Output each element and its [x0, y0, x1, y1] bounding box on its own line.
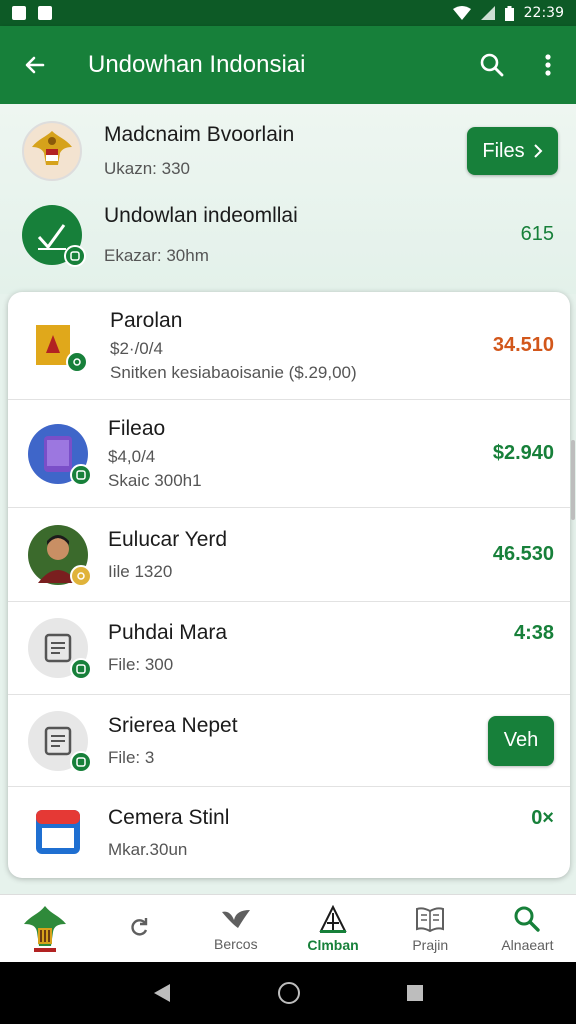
garuda-emblem-icon [32, 131, 72, 165]
item-title: Fileao [108, 416, 166, 440]
document-avatar [28, 618, 92, 680]
badge-icon [70, 463, 92, 486]
list-item[interactable]: Eulucar Yerd Iile 1320 46.530 [8, 508, 570, 602]
item-description: Skaic 300h1 [108, 470, 202, 490]
badge-icon [70, 750, 92, 773]
nav-label: Prajin [412, 936, 449, 953]
chevron-right-icon [533, 144, 543, 158]
document-avatar [28, 710, 92, 773]
scrollbar[interactable] [571, 440, 575, 520]
list-item[interactable]: Undowlan indeomllai Ekazar: 30hm 615 [0, 190, 576, 280]
nav-prajin[interactable]: Prajin [382, 895, 479, 962]
app-bar: Undowhan Indonsiai [0, 26, 576, 104]
badge-icon [70, 564, 92, 587]
transactions-card: Parolan $2·/0/4 Snitken kesiabaoisanie (… [8, 292, 570, 878]
home-circle-icon[interactable] [277, 981, 301, 1005]
nav-clmban[interactable]: Clmban [284, 895, 381, 962]
more-vert-icon [545, 54, 551, 76]
phone-avatar [28, 423, 92, 486]
item-title: Puhdai Mara [108, 621, 228, 644]
check-avatar [22, 205, 86, 267]
calendar-avatar [34, 807, 84, 858]
list-item[interactable]: Puhdai Mara File: 300 4:38 [8, 602, 570, 695]
nav-label: Clmban [307, 936, 359, 953]
item-description: Snitken kesiabaoisanie ($.29,00) [110, 362, 357, 382]
recents-square-icon[interactable] [406, 984, 424, 1002]
badge-icon [70, 658, 92, 680]
list-item[interactable]: Madcnaim Bvoorlain Ukazn: 330 Files [0, 106, 576, 196]
list-item[interactable]: Parolan $2·/0/4 Snitken kesiabaoisanie (… [8, 292, 570, 400]
clock: 22:39 [523, 5, 564, 21]
item-value: 34.510 [492, 334, 554, 356]
search-icon [514, 906, 541, 932]
item-subtitle: File: 300 [108, 655, 174, 674]
badge-icon [64, 245, 86, 267]
back-triangle-icon[interactable] [152, 982, 172, 1004]
item-title: Parolan [110, 308, 183, 332]
app-logo [0, 895, 90, 962]
nav-refresh[interactable] [90, 895, 187, 962]
document-avatar [36, 324, 88, 373]
signal-icon [480, 6, 495, 20]
calendar-icon [36, 809, 80, 854]
book-icon [416, 906, 445, 932]
page-title: Undowhan Indonsiai [88, 51, 306, 78]
bottom-navigation: Bercos Clmban Prajin Alnaeart [0, 894, 576, 962]
more-button[interactable] [520, 26, 576, 104]
badge-icon [66, 350, 88, 373]
item-subtitle: Mkar.30un [108, 839, 188, 859]
garuda-avatar [22, 121, 82, 181]
lock-icon [38, 6, 52, 20]
arrow-left-icon [25, 56, 45, 74]
nav-label: Alnaeart [501, 936, 554, 953]
nav-label: Bercos [214, 935, 258, 952]
notification-icon [12, 6, 26, 20]
veh-button[interactable]: Veh [488, 715, 554, 766]
system-navigation [0, 962, 576, 1024]
item-value: 46.530 [492, 543, 554, 565]
bird-icon [221, 909, 250, 928]
wifi-icon [452, 6, 471, 20]
nav-bercos[interactable]: Bercos [187, 895, 284, 962]
files-button-label: Files [482, 139, 525, 162]
status-bar: 22:39 [0, 0, 576, 26]
item-subtitle: Ekazar: 30hm [104, 246, 209, 265]
list-item[interactable]: Cemera Stinl Mkar.30un 0× [8, 787, 570, 878]
battery-icon [504, 5, 514, 21]
list-item[interactable]: Fileao $4,0/4 Skaic 300h1 $2.940 [8, 400, 570, 508]
top-list: Madcnaim Bvoorlain Ukazn: 330 Files Undo… [0, 104, 576, 294]
search-icon [480, 53, 504, 77]
refresh-icon [130, 917, 147, 936]
back-button[interactable] [0, 26, 70, 104]
list-item[interactable]: Srierea Nepet File: 3 Veh [8, 695, 570, 787]
files-button[interactable]: Files [467, 127, 558, 175]
item-value: 615 [520, 223, 554, 245]
item-title: Cemera Stinl [108, 805, 230, 829]
emblem-icon [24, 905, 66, 952]
nav-alnaeart[interactable]: Alnaeart [479, 895, 576, 962]
item-title: Undowlan indeomllai [104, 204, 298, 227]
item-value: 0× [531, 807, 554, 829]
monument-icon [319, 904, 347, 933]
user-avatar [28, 524, 92, 587]
search-button[interactable] [464, 26, 520, 104]
item-value: $2.940 [492, 442, 554, 464]
item-value: 4:38 [513, 622, 554, 644]
